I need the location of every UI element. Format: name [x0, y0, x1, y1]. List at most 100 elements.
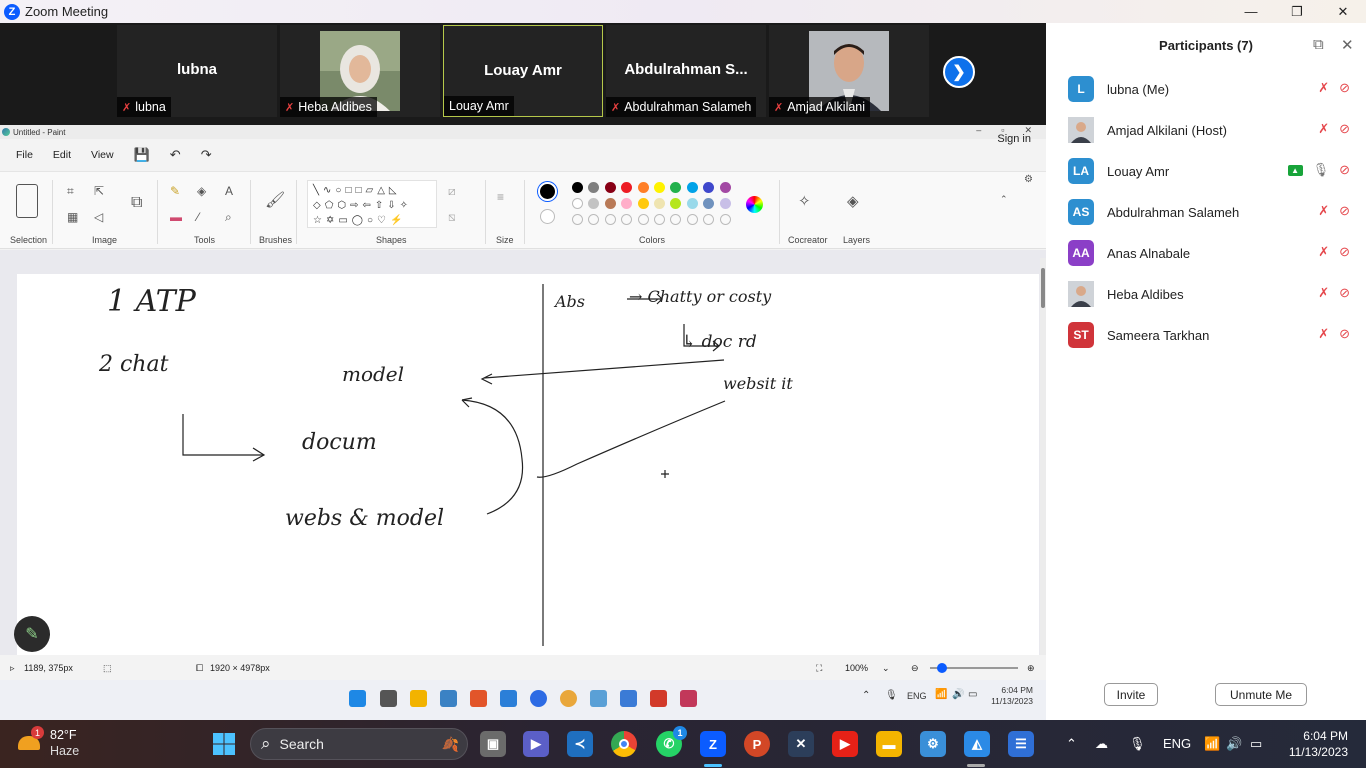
shapes-gallery[interactable]: ╲∿○□□▱△◺ ◇⬠⬡⇨⇦⇧⇩✧ ☆✡▭◯○♡⚡ [307, 180, 437, 228]
youtube-button[interactable]: ▶ [832, 731, 858, 757]
language-indicator[interactable]: ENG [1163, 736, 1191, 751]
selection-tool-icon[interactable] [16, 184, 38, 218]
zoom-taskbar-button[interactable]: Z [700, 731, 726, 757]
resize-icon[interactable]: ⇱ [94, 184, 104, 198]
tray-mic-icon[interactable]: 🎙 [1129, 736, 1146, 752]
color-swatch[interactable] [604, 182, 616, 193]
expand-icon[interactable]: ⌃ [1000, 194, 1008, 205]
brush-icon[interactable]: 🖌 [265, 190, 285, 210]
color-swatch[interactable] [654, 182, 665, 193]
whatsapp-button[interactable]: ✆ 1 [656, 726, 687, 757]
color-swatch[interactable] [686, 182, 698, 193]
participant-row[interactable]: Amjad Alkilani (Host) ✗ ⊘ [1068, 115, 1358, 145]
rotate-icon[interactable]: ◁ [94, 210, 103, 224]
fit-to-window-icon[interactable]: ⛶ [816, 663, 822, 674]
color-picker-icon[interactable]: ⁄ [197, 210, 199, 224]
powerpoint-button[interactable]: P [744, 731, 770, 757]
eraser-icon[interactable]: ▬ [170, 210, 182, 224]
next-page-button[interactable]: ❯ [943, 56, 975, 88]
video-tile[interactable]: ✗ Amjad Alkilani [769, 25, 929, 117]
paint-button[interactable]: ◭ [964, 731, 990, 757]
custom-color-slot[interactable] [670, 214, 682, 225]
fill-icon[interactable]: ◈ [197, 184, 206, 198]
participant-row[interactable]: Llubna (Me) ✗ ⊘ [1068, 74, 1358, 104]
teams-chat-button[interactable]: ▶ [523, 731, 549, 757]
popout-icon[interactable]: ⧉ [1313, 36, 1324, 53]
weather-widget[interactable]: 1 82°F Haze [14, 726, 104, 762]
color2-swatch[interactable] [540, 209, 555, 224]
custom-color-slot[interactable] [572, 214, 583, 225]
color-swatch[interactable] [703, 198, 715, 209]
custom-color-slot[interactable] [719, 214, 731, 225]
task-view-button[interactable]: ▣ [480, 731, 506, 757]
invite-button[interactable]: Invite [1104, 683, 1158, 706]
app-button[interactable]: ✕ [788, 731, 814, 757]
color-swatch[interactable] [719, 182, 731, 193]
tray-cloud-icon[interactable]: ☁ [1095, 736, 1108, 752]
zoom-level[interactable]: 100% [845, 663, 868, 673]
video-tile[interactable]: lubna ✗ lubna [117, 25, 277, 117]
color-swatch[interactable] [588, 198, 600, 209]
menu-file[interactable]: File [10, 146, 39, 164]
video-tile-active[interactable]: Louay Amr Louay Amr [443, 25, 603, 117]
color-swatch[interactable] [637, 198, 649, 209]
participant-row[interactable]: ST Sameera Tarkhan ✗ ⊘ [1068, 320, 1358, 350]
color-swatch[interactable] [588, 182, 600, 193]
custom-color-slot[interactable] [703, 214, 715, 225]
edit-colors-icon[interactable] [746, 196, 763, 213]
notepad-button[interactable]: ☰ [1008, 731, 1034, 757]
text-icon[interactable]: A [225, 184, 233, 198]
close-button[interactable]: ✕ [1320, 0, 1366, 23]
participant-row[interactable]: AA Anas Alnabale ✗ ⊘ [1068, 238, 1358, 268]
taskbar-search[interactable]: ⌕ Search 🍂 [250, 728, 468, 760]
magnifier-icon[interactable]: ⌕ [225, 210, 232, 225]
color-swatch[interactable] [654, 198, 665, 209]
zoom-in-icon[interactable]: ⊕ [1027, 663, 1035, 674]
start-button[interactable] [211, 731, 237, 757]
image-edit-icon[interactable]: ⧉ [131, 194, 142, 212]
video-tile[interactable]: ✗ Heba Aldibes [280, 25, 440, 117]
pencil-icon[interactable]: ✎ [170, 184, 180, 198]
participant-row[interactable]: AS Abdulrahman Salameh ✗ ⊘ [1068, 197, 1358, 227]
custom-color-slot[interactable] [654, 214, 665, 225]
battery-icon[interactable]: ▭ [1250, 736, 1262, 752]
close-panel-icon[interactable]: ✕ [1341, 36, 1354, 54]
clock[interactable]: 6:04 PM 11/13/2023 [1280, 728, 1348, 760]
settings-gear-icon[interactable]: ⚙ [1024, 174, 1033, 185]
participant-row[interactable]: Heba Aldibes ✗ ⊘ [1068, 279, 1358, 309]
chrome-button[interactable] [611, 731, 637, 757]
color-swatch[interactable] [572, 182, 583, 193]
custom-color-slot[interactable] [621, 214, 633, 225]
color-swatch[interactable] [621, 182, 633, 193]
pencil-fab-button[interactable]: ✎ [14, 616, 50, 652]
save-icon[interactable]: 💾 [128, 147, 156, 163]
size-icon[interactable]: ≡ [497, 190, 504, 204]
wifi-icon[interactable]: 📶 [1204, 736, 1220, 752]
color1-swatch[interactable] [538, 182, 557, 201]
color-swatch[interactable] [670, 198, 682, 209]
custom-color-slot[interactable] [588, 214, 600, 225]
color-swatch[interactable] [572, 198, 583, 209]
color-swatch[interactable] [686, 198, 698, 209]
redo-icon[interactable]: ↷ [195, 147, 218, 163]
video-tile[interactable]: Abdulrahman S... ✗ Abdulrahman Salameh [606, 25, 766, 117]
image-select-icon[interactable]: ▦ [67, 210, 78, 224]
fill-style-icon[interactable]: ⧅ [448, 210, 456, 225]
color-swatch[interactable] [637, 182, 649, 193]
menu-view[interactable]: View [85, 146, 120, 164]
paint-minimize-button[interactable]: – [976, 125, 981, 136]
layers-icon[interactable]: ◈ [847, 192, 859, 210]
color-swatch[interactable] [670, 182, 682, 193]
maximize-button[interactable]: ❐ [1274, 0, 1320, 23]
volume-icon[interactable]: 🔊 [1226, 736, 1242, 752]
undo-icon[interactable]: ↶ [164, 147, 187, 163]
custom-color-slot[interactable] [686, 214, 698, 225]
zoom-out-icon[interactable]: ⊖ [911, 663, 919, 674]
color-swatch[interactable] [703, 182, 715, 193]
crop-icon[interactable]: ⌗ [67, 184, 74, 199]
custom-color-slot[interactable] [637, 214, 649, 225]
zoom-slider[interactable] [930, 663, 1018, 673]
unmute-me-button[interactable]: Unmute Me [1215, 683, 1307, 706]
color-swatch[interactable] [621, 198, 633, 209]
custom-color-slot[interactable] [604, 214, 616, 225]
